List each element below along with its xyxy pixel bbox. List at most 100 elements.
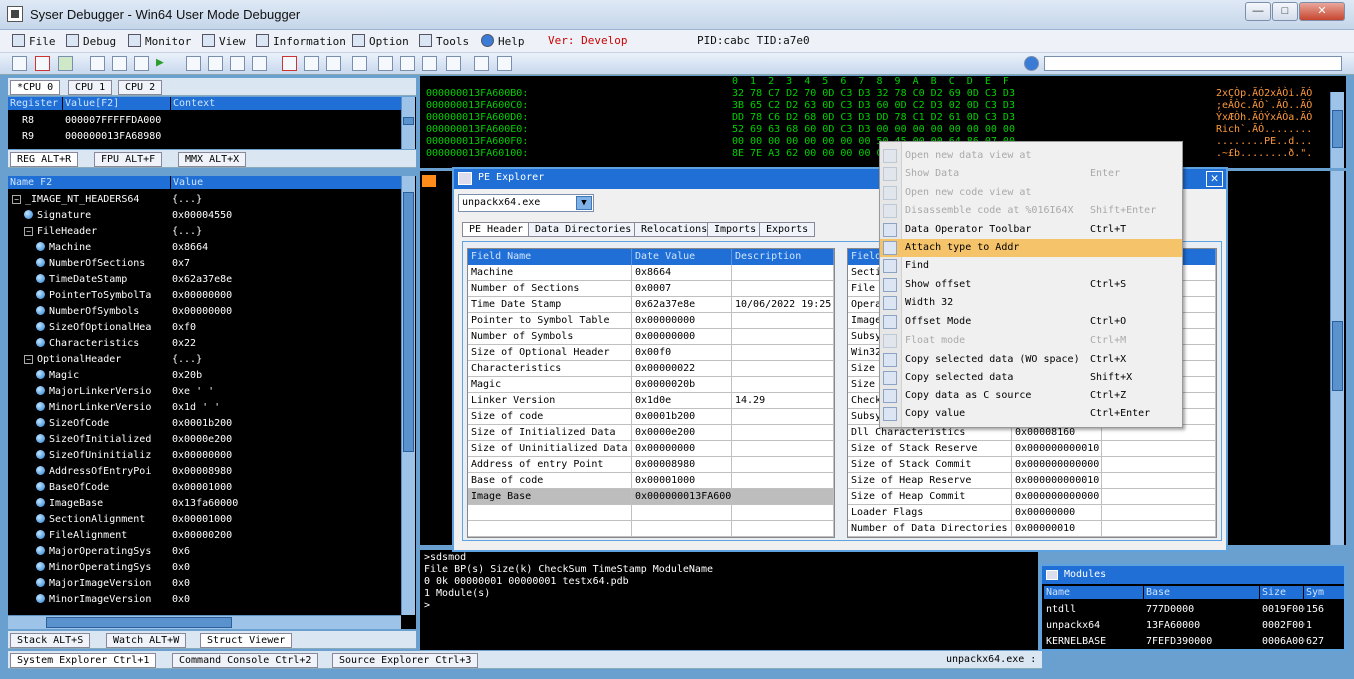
pe-field-cell[interactable]: 0x00008980: [632, 457, 732, 473]
menu-item-data-operator-toolbar[interactable]: Data Operator Toolbar Ctrl+T: [880, 221, 1182, 239]
module-cell[interactable]: 7FEFD390000: [1146, 634, 1261, 650]
struct-row[interactable]: MinorImageVersion 0x0: [8, 592, 398, 608]
tab-exports[interactable]: Exports: [759, 222, 816, 237]
pe-field-cell[interactable]: Size of Heap Reserve: [848, 473, 1012, 489]
struct-row[interactable]: MajorLinkerVersio 0xe ' ': [8, 384, 398, 400]
toolbar-icon-9[interactable]: [400, 56, 415, 71]
toolbar-icon-7[interactable]: [352, 56, 367, 71]
menu-debug[interactable]: Debug: [66, 34, 116, 48]
pe-field-cell[interactable]: Time Date Stamp: [468, 297, 632, 313]
register-value[interactable]: 000000013FA68980: [65, 129, 161, 145]
toolbar-icon-13[interactable]: [497, 56, 512, 71]
tab-command-console[interactable]: Command Console Ctrl+2: [172, 653, 319, 668]
pe-field-cell[interactable]: 10/06/2022 19:25: [732, 297, 834, 313]
menu-tools[interactable]: Tools: [419, 34, 469, 48]
tab-struct-viewer[interactable]: Struct Viewer: [200, 633, 293, 648]
menu-item-copy-selected-wo-space[interactable]: Copy selected data (WO space) Ctrl+X: [880, 351, 1182, 369]
struct-row[interactable]: Machine 0x8664: [8, 240, 398, 256]
pe-field-cell[interactable]: [732, 281, 834, 297]
pe-field-cell[interactable]: Size of code: [468, 409, 632, 425]
tab-cpu-2[interactable]: CPU 2: [118, 80, 163, 95]
pe-field-cell[interactable]: [1102, 457, 1216, 473]
close-file-icon[interactable]: [35, 56, 50, 71]
module-cell[interactable]: 777D0000: [1146, 602, 1261, 618]
menu-information[interactable]: Information: [256, 34, 346, 48]
toolbar-icon-2[interactable]: [230, 56, 245, 71]
pe-field-cell[interactable]: 0x0007: [632, 281, 732, 297]
pe-field-cell[interactable]: Size of Initialized Data: [468, 425, 632, 441]
help-toolbar-icon[interactable]: [1024, 56, 1039, 71]
module-cell[interactable]: 0006A000: [1262, 634, 1305, 650]
tab-source-explorer[interactable]: Source Explorer Ctrl+3: [332, 653, 479, 668]
hex-bytes[interactable]: 52 69 63 68 60 0D C3 D3 00 00 00 00 00 0…: [732, 124, 1015, 136]
minimize-button[interactable]: —: [1245, 2, 1271, 21]
command-console[interactable]: >sdsmod File BP(s) Size(k) CheckSum TimeS…: [420, 550, 1038, 650]
menu-item-offset-mode[interactable]: Offset Mode Ctrl+O: [880, 313, 1182, 331]
module-cell[interactable]: 1: [1306, 618, 1346, 634]
tab-imports[interactable]: Imports: [707, 222, 764, 237]
struct-row[interactable]: NumberOfSymbols 0x00000000: [8, 304, 398, 320]
pe-field-cell[interactable]: 0x00000022: [632, 361, 732, 377]
collapse-icon[interactable]: −: [24, 227, 33, 236]
register-value[interactable]: 000007FFFFFDA000: [65, 113, 161, 129]
pe-field-cell[interactable]: Size of Heap Commit: [848, 489, 1012, 505]
pe-field-cell[interactable]: Pointer to Symbol Table: [468, 313, 632, 329]
pe-field-cell[interactable]: [732, 313, 834, 329]
module-cell[interactable]: ntdll: [1046, 602, 1145, 618]
pe-field-cell[interactable]: 14.29: [732, 393, 834, 409]
pe-field-cell[interactable]: [1102, 441, 1216, 457]
collapse-icon[interactable]: −: [12, 195, 21, 204]
pe-field-cell[interactable]: Size of Stack Reserve: [848, 441, 1012, 457]
file-select[interactable]: unpackx64.exe ▼: [458, 194, 594, 212]
breakpoint-icon[interactable]: [186, 56, 201, 71]
pe-field-cell[interactable]: 0x8664: [632, 265, 732, 281]
pe-field-cell[interactable]: [732, 361, 834, 377]
toolbar-icon-8[interactable]: [378, 56, 393, 71]
toolbar-icon-11[interactable]: [446, 56, 461, 71]
tab-data-directories[interactable]: Data Directories: [528, 222, 639, 237]
module-cell[interactable]: 156: [1306, 602, 1346, 618]
pe-field-cell[interactable]: [732, 425, 834, 441]
menu-file[interactable]: File: [12, 34, 56, 48]
module-cell[interactable]: 627: [1306, 634, 1346, 650]
pe-field-cell[interactable]: 0x00000000: [632, 329, 732, 345]
struct-row[interactable]: NumberOfSections 0x7: [8, 256, 398, 272]
menu-item-show-data[interactable]: Show Data Enter: [880, 165, 1182, 183]
struct-row[interactable]: SizeOfInitialized 0x0000e200: [8, 432, 398, 448]
pe-field-cell[interactable]: Number of Sections: [468, 281, 632, 297]
struct-row[interactable]: Magic 0x20b: [8, 368, 398, 384]
open-icon[interactable]: [12, 56, 27, 71]
menu-item-float-mode[interactable]: Float mode Ctrl+M: [880, 332, 1182, 350]
pe-field-cell[interactable]: [732, 265, 834, 281]
pe-field-cell[interactable]: 0x0000e200: [632, 425, 732, 441]
module-cell[interactable]: 0019F000: [1262, 602, 1305, 618]
code-scrollbar[interactable]: [1330, 171, 1344, 545]
menu-view[interactable]: View: [202, 34, 246, 48]
struct-row[interactable]: MinorOperatingSys 0x0: [8, 560, 398, 576]
pe-field-cell[interactable]: [732, 489, 834, 505]
struct-row[interactable]: Signature 0x00004550: [8, 208, 398, 224]
pe-field-cell[interactable]: Number of Symbols: [468, 329, 632, 345]
pe-field-cell[interactable]: [1102, 521, 1216, 537]
pe-field-cell[interactable]: 0x000000000010: [1012, 441, 1102, 457]
hex-bytes[interactable]: 3B 65 C2 D2 63 0D C3 D3 60 0D C2 D3 02 0…: [732, 100, 1015, 112]
menu-item-width-32[interactable]: Width 32: [880, 294, 1182, 312]
struct-row[interactable]: SectionAlignment 0x00001000: [8, 512, 398, 528]
pe-field-cell[interactable]: [1102, 473, 1216, 489]
pe-field-cell[interactable]: [732, 345, 834, 361]
struct-row[interactable]: − _IMAGE_NT_HEADERS64 {...}: [8, 192, 398, 208]
struct-row[interactable]: MinorLinkerVersio 0x1d ' ': [8, 400, 398, 416]
pe-field-cell[interactable]: 0x00000000: [1012, 505, 1102, 521]
struct-row[interactable]: Characteristics 0x22: [8, 336, 398, 352]
pe-field-cell[interactable]: [1102, 505, 1216, 521]
pe-field-cell[interactable]: [732, 441, 834, 457]
struct-row[interactable]: SizeOfOptionalHea 0xf0: [8, 320, 398, 336]
pe-field-cell[interactable]: 0x00f0: [632, 345, 732, 361]
step-over-icon[interactable]: [112, 56, 127, 71]
pe-field-cell[interactable]: [732, 409, 834, 425]
tab-cpu-1[interactable]: CPU 1: [68, 80, 113, 95]
pe-field-cell[interactable]: 0x00000010: [1012, 521, 1102, 537]
hex-bytes[interactable]: 32 78 C7 D2 70 0D C3 D3 32 78 C0 D2 69 0…: [732, 88, 1015, 100]
tab-relocations[interactable]: Relocations: [634, 222, 715, 237]
pe-field-cell[interactable]: 0x000000000000: [1012, 457, 1102, 473]
